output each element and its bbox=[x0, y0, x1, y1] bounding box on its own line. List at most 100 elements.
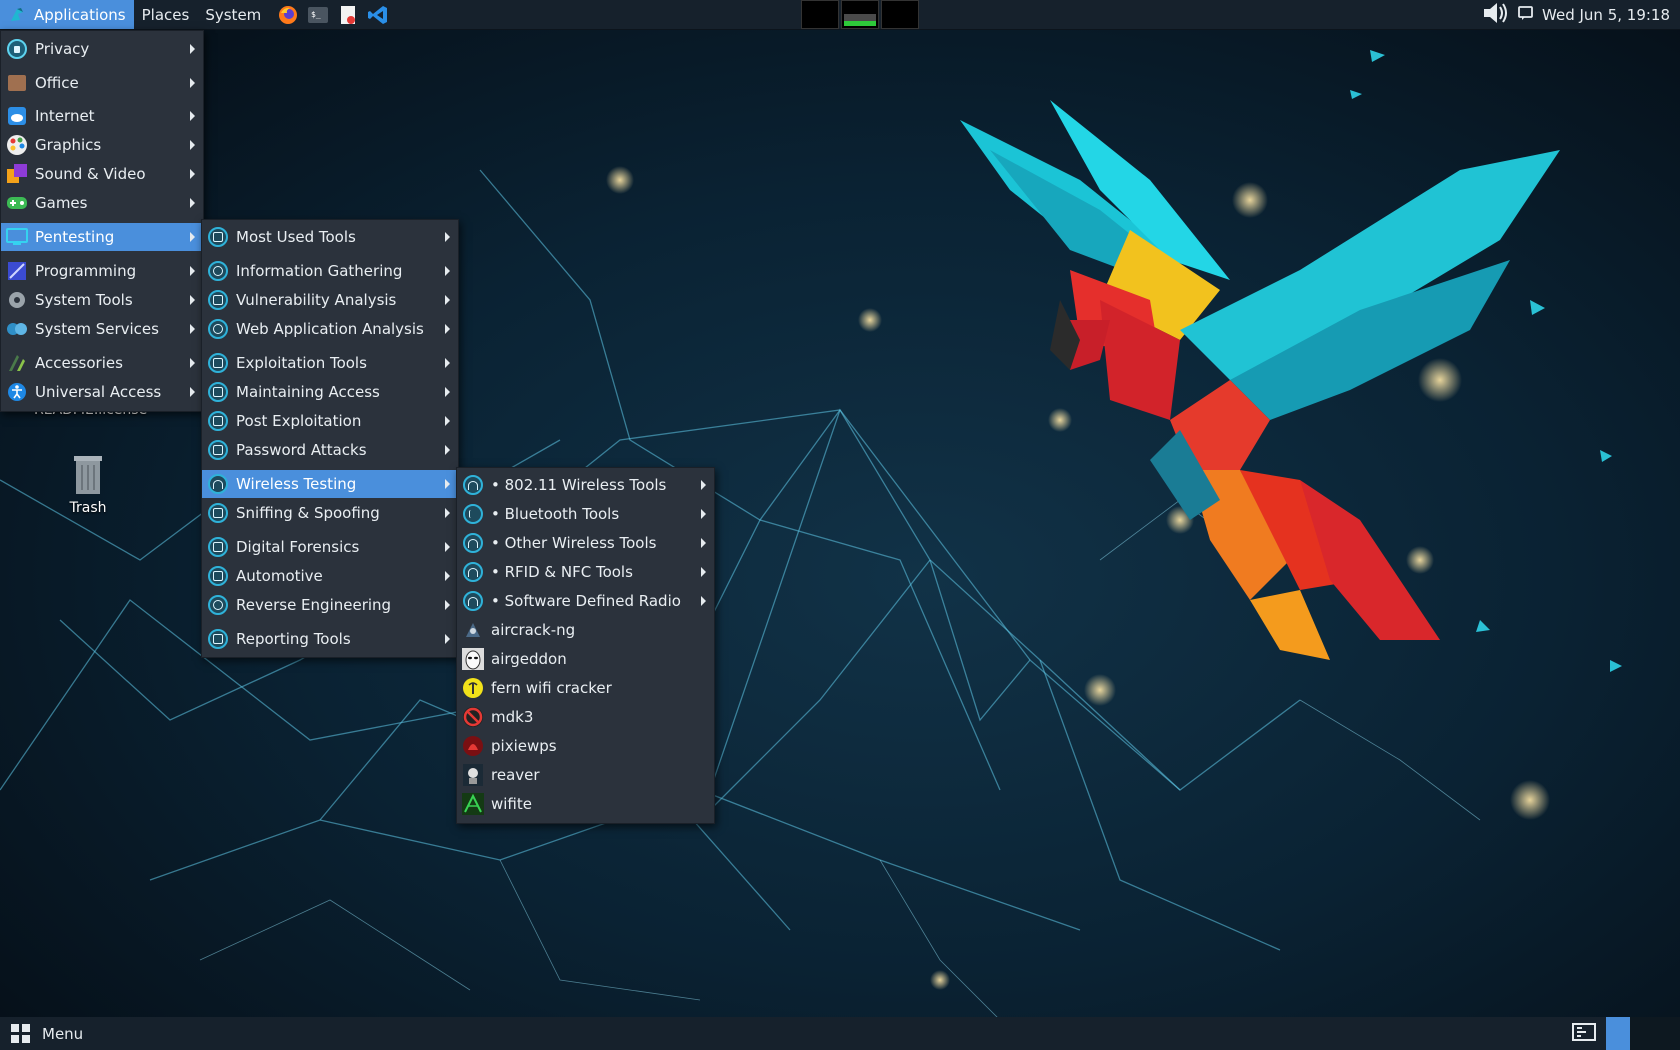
submenu-arrow-icon bbox=[701, 538, 706, 548]
menu-item-reporting-tools[interactable]: Reporting Tools bbox=[202, 625, 458, 653]
submenu-arrow-icon bbox=[190, 232, 195, 242]
submenu-arrow-icon bbox=[445, 634, 450, 644]
submenu-arrow-icon bbox=[445, 324, 450, 334]
workspace-2[interactable] bbox=[841, 0, 879, 29]
menu-item-games[interactable]: Games bbox=[1, 189, 203, 217]
menu-item-bluetooth-tools[interactable]: • Bluetooth Tools bbox=[457, 500, 714, 528]
menu-item-automotive[interactable]: Automotive bbox=[202, 562, 458, 590]
menu-item-aircrack-ng[interactable]: aircrack-ng bbox=[457, 616, 714, 644]
menu-item-exploitation-tools[interactable]: Exploitation Tools bbox=[202, 349, 458, 377]
submenu-arrow-icon bbox=[190, 387, 195, 397]
submenu-arrow-icon bbox=[445, 508, 450, 518]
submenu-arrow-icon bbox=[445, 479, 450, 489]
wifi-icon bbox=[462, 561, 484, 583]
volume-icon[interactable] bbox=[1482, 0, 1510, 30]
menu-item-other-wireless-tools[interactable]: • Other Wireless Tools bbox=[457, 529, 714, 557]
menu-item-reverse-engineering[interactable]: Reverse Engineering bbox=[202, 591, 458, 619]
submenu-arrow-icon bbox=[190, 324, 195, 334]
menu-item-pentesting[interactable]: Pentesting bbox=[1, 223, 203, 251]
menu-item-pixiewps[interactable]: pixiewps bbox=[457, 732, 714, 760]
menu-item-mdk3[interactable]: mdk3 bbox=[457, 703, 714, 731]
bluetooth-icon bbox=[462, 503, 484, 525]
show-desktop-icon[interactable] bbox=[1572, 1021, 1596, 1047]
menu-item-internet[interactable]: Internet bbox=[1, 102, 203, 130]
menu-item-label: Exploitation Tools bbox=[236, 354, 367, 372]
menu-item-wifite[interactable]: wifite bbox=[457, 790, 714, 818]
submenu-arrow-icon bbox=[190, 78, 195, 88]
menu-item-web-application-analysis[interactable]: Web Application Analysis bbox=[202, 315, 458, 343]
submenu-arrow-icon bbox=[190, 44, 195, 54]
menu-item-rfid-nfc-tools[interactable]: • RFID & NFC Tools bbox=[457, 558, 714, 586]
clock[interactable]: Wed Jun 5, 19:18 bbox=[1542, 6, 1670, 24]
vscode-icon[interactable] bbox=[367, 4, 389, 26]
menu-item-system-tools[interactable]: System Tools bbox=[1, 286, 203, 314]
access-icon bbox=[207, 381, 229, 403]
submenu-arrow-icon bbox=[445, 266, 450, 276]
menu-item-office[interactable]: Office bbox=[1, 69, 203, 97]
skull-icon bbox=[207, 226, 229, 248]
menu-item-label: Information Gathering bbox=[236, 262, 403, 280]
workspace-1[interactable] bbox=[801, 0, 839, 29]
menu-item-80211-wireless-tools[interactable]: • 802.11 Wireless Tools bbox=[457, 471, 714, 499]
applications-menu-button[interactable]: Applications bbox=[0, 0, 134, 29]
submenu-arrow-icon bbox=[190, 198, 195, 208]
airgeddon-icon bbox=[462, 648, 484, 670]
menu-item-label: aircrack-ng bbox=[491, 621, 576, 639]
menu-item-graphics[interactable]: Graphics bbox=[1, 131, 203, 159]
submenu-arrow-icon bbox=[445, 571, 450, 581]
bottom-panel: Menu bbox=[0, 1017, 1680, 1050]
workspace-indicator[interactable] bbox=[1630, 1017, 1680, 1050]
menu-item-post-exploitation[interactable]: Post Exploitation bbox=[202, 407, 458, 435]
menu-item-fern-wifi-cracker[interactable]: fern wifi cracker bbox=[457, 674, 714, 702]
workspace-indicator-active[interactable] bbox=[1606, 1017, 1630, 1050]
terminal-icon[interactable]: $_ bbox=[307, 4, 329, 26]
menu-item-maintaining-access[interactable]: Maintaining Access bbox=[202, 378, 458, 406]
menu-item-accessories[interactable]: Accessories bbox=[1, 349, 203, 377]
menu-item-label: Programming bbox=[35, 262, 137, 280]
fern-wifi-cracker-icon bbox=[462, 677, 484, 699]
sound-video-icon bbox=[6, 163, 28, 185]
firefox-icon[interactable] bbox=[277, 4, 299, 26]
system-menu-button[interactable]: System bbox=[197, 0, 269, 29]
workspace-3[interactable] bbox=[881, 0, 919, 29]
submenu-arrow-icon bbox=[701, 480, 706, 490]
accessories-icon bbox=[6, 352, 28, 374]
car-icon bbox=[207, 565, 229, 587]
text-editor-icon[interactable] bbox=[337, 4, 359, 26]
menu-item-label: Most Used Tools bbox=[236, 228, 356, 246]
menu-item-wireless-testing[interactable]: Wireless Testing bbox=[202, 470, 458, 498]
games-icon bbox=[6, 192, 28, 214]
menu-item-airgeddon[interactable]: airgeddon bbox=[457, 645, 714, 673]
web-icon bbox=[207, 318, 229, 340]
menu-item-label: wifite bbox=[491, 795, 532, 813]
menu-item-universal-access[interactable]: Universal Access bbox=[1, 378, 203, 406]
menu-item-label: airgeddon bbox=[491, 650, 567, 668]
menu-button[interactable]: Menu bbox=[0, 1017, 83, 1050]
menu-item-reaver[interactable]: reaver bbox=[457, 761, 714, 789]
menu-item-vulnerability-analysis[interactable]: Vulnerability Analysis bbox=[202, 286, 458, 314]
places-menu-button[interactable]: Places bbox=[134, 0, 198, 29]
menu-item-software-defined-radio[interactable]: • Software Defined Radio bbox=[457, 587, 714, 615]
places-label: Places bbox=[141, 5, 190, 24]
menu-item-label: Digital Forensics bbox=[236, 538, 360, 556]
wireless-testing-submenu: • 802.11 Wireless Tools • Bluetooth Tool… bbox=[456, 467, 715, 824]
menu-item-system-services[interactable]: System Services bbox=[1, 315, 203, 343]
notification-icon[interactable] bbox=[1518, 5, 1534, 24]
parrot-logo-icon bbox=[11, 7, 23, 21]
menu-item-information-gathering[interactable]: Information Gathering bbox=[202, 257, 458, 285]
menu-item-privacy[interactable]: Privacy bbox=[1, 35, 203, 63]
menu-item-sound-video[interactable]: Sound & Video bbox=[1, 160, 203, 188]
menu-item-password-attacks[interactable]: Password Attacks bbox=[202, 436, 458, 464]
menu-item-label: • Software Defined Radio bbox=[491, 592, 681, 610]
wifi-icon bbox=[462, 532, 484, 554]
menu-item-programming[interactable]: Programming bbox=[1, 257, 203, 285]
menu-item-most-used-tools[interactable]: Most Used Tools bbox=[202, 223, 458, 251]
submenu-arrow-icon bbox=[190, 266, 195, 276]
menu-item-digital-forensics[interactable]: Digital Forensics bbox=[202, 533, 458, 561]
trash-desktop-icon[interactable]: Trash bbox=[62, 452, 114, 522]
internet-icon bbox=[6, 105, 28, 127]
menu-item-sniffing-spoofing[interactable]: Sniffing & Spoofing bbox=[202, 499, 458, 527]
submenu-arrow-icon bbox=[445, 416, 450, 426]
report-icon bbox=[207, 628, 229, 650]
wifite-icon bbox=[462, 793, 484, 815]
